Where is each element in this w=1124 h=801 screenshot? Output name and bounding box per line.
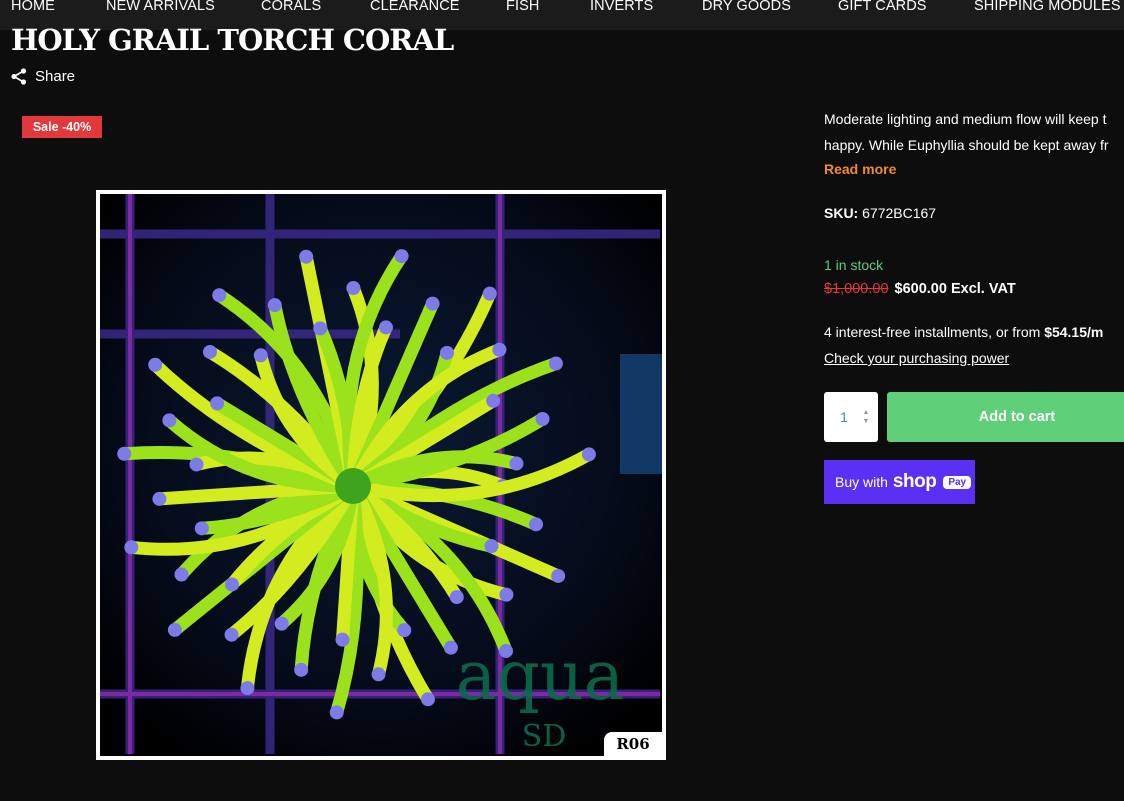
sku-label: SKU: (824, 205, 859, 221)
tentacle-tip (189, 457, 204, 472)
buy-with-shop-pay-button[interactable]: Buy with shop Pay (824, 460, 975, 504)
tentacle-tip (499, 643, 514, 658)
tentacle-tip (194, 521, 209, 536)
tentacle-tip (551, 568, 566, 583)
sale-price: $600.00 Excl. VAT (894, 281, 1016, 297)
tentacle-tip (529, 517, 544, 532)
tentacle-tip (420, 692, 435, 707)
tentacle-tip (581, 447, 596, 462)
tentacle-tip (482, 286, 497, 301)
buy-with-label: Buy with (835, 474, 888, 490)
share-button[interactable]: Share (11, 68, 75, 85)
tentacle-tip (267, 298, 282, 313)
nav-inverts[interactable]: INVERTS (590, 0, 653, 14)
product-summary: Moderate lighting and medium flow will k… (824, 0, 1124, 801)
tentacle-tip (335, 632, 350, 647)
tentacle-tip (548, 356, 563, 371)
tentacle-tip (210, 396, 225, 411)
tentacle-tip (492, 342, 507, 357)
tentacle-tip (499, 587, 514, 602)
product-title: HOLY GRAIL TORCH CORAL (11, 23, 454, 57)
tentacle-tip (117, 446, 132, 461)
product-image[interactable]: aqua SD R06 (96, 190, 666, 760)
shop-logo: shop (892, 471, 937, 492)
tentacle-tip (329, 705, 344, 720)
installments-amount: $54.15/m (1044, 324, 1104, 340)
stock-status: 1 in stock (824, 257, 884, 273)
tentacle-tip (294, 662, 309, 677)
image-tag: R06 (604, 732, 662, 756)
tentacle-tip (174, 567, 189, 582)
tentacle-tip (346, 281, 361, 296)
tentacle-tip (299, 249, 314, 264)
sale-badge: Sale -40% (22, 116, 102, 138)
tentacle-tip (397, 623, 412, 638)
tentacle-tip (224, 627, 239, 642)
watermark-sd: SD (522, 719, 567, 754)
tentacle-tip (313, 321, 328, 336)
quantity-stepper-icon[interactable]: ▲ ▼ (862, 408, 870, 426)
pay-badge: Pay (943, 475, 972, 489)
tentacle-tip (202, 344, 217, 359)
installments-text: 4 interest-free installments, or from $5… (824, 324, 1103, 340)
tentacle-tip (224, 577, 239, 592)
quantity-value: 1 (840, 409, 848, 425)
tentacle-tip (484, 539, 499, 554)
check-purchasing-power-link[interactable]: Check your purchasing power (824, 350, 1009, 366)
add-to-cart-button[interactable]: Add to cart (887, 392, 1124, 442)
tentacle-tip (535, 412, 550, 427)
tentacle-tip (240, 681, 255, 696)
nav-corals[interactable]: CORALS (261, 0, 321, 14)
description-line-1: Moderate lighting and medium flow will k… (824, 111, 1107, 127)
tentacle-tip (425, 296, 440, 311)
tentacle-tip (378, 320, 393, 335)
sku-value: 6772BC167 (862, 205, 937, 221)
tentacle-tip (486, 393, 501, 408)
tentacle-tip (509, 456, 524, 471)
tentacle-tip (443, 640, 458, 655)
coral-photo: aqua SD (100, 194, 662, 756)
watermark-aqua: aqua (456, 637, 624, 716)
product-description: Moderate lighting and medium flow will k… (824, 106, 1124, 158)
tentacle-tip (394, 249, 409, 264)
old-price: $1,000.00 (824, 281, 889, 297)
installments-label: 4 interest-free installments, or from (824, 324, 1045, 340)
tentacle-tip (124, 540, 139, 555)
read-more-link[interactable]: Read more (824, 161, 896, 177)
tentacle-tip (212, 288, 227, 303)
share-icon (11, 68, 27, 85)
tentacle-tip (152, 491, 167, 506)
quantity-input[interactable]: 1 ▲ ▼ (824, 392, 878, 442)
nav-home[interactable]: HOME (11, 0, 55, 14)
tentacle-tip (253, 348, 268, 363)
sku: SKU: 6772BC167 (824, 205, 936, 221)
nav-new-arrivals[interactable]: NEW ARRIVALS (106, 0, 215, 14)
description-line-2: happy. While Euphyllia should be kept aw… (824, 137, 1109, 153)
tentacle-tip (449, 590, 464, 605)
tentacle-tip (371, 667, 386, 682)
tentacle-tip (162, 413, 177, 428)
tentacle-tip (148, 357, 163, 372)
nav-fish[interactable]: FISH (506, 0, 539, 14)
nav-clearance[interactable]: CLEARANCE (370, 0, 460, 14)
tentacle-tip (439, 345, 454, 360)
share-label: Share (35, 68, 76, 85)
nav-dry-goods[interactable]: DRY GOODS (702, 0, 791, 14)
tentacle-tip (167, 622, 182, 637)
price: $1,000.00 $600.00 Excl. VAT (824, 281, 1016, 297)
tentacle-tip (274, 616, 289, 631)
